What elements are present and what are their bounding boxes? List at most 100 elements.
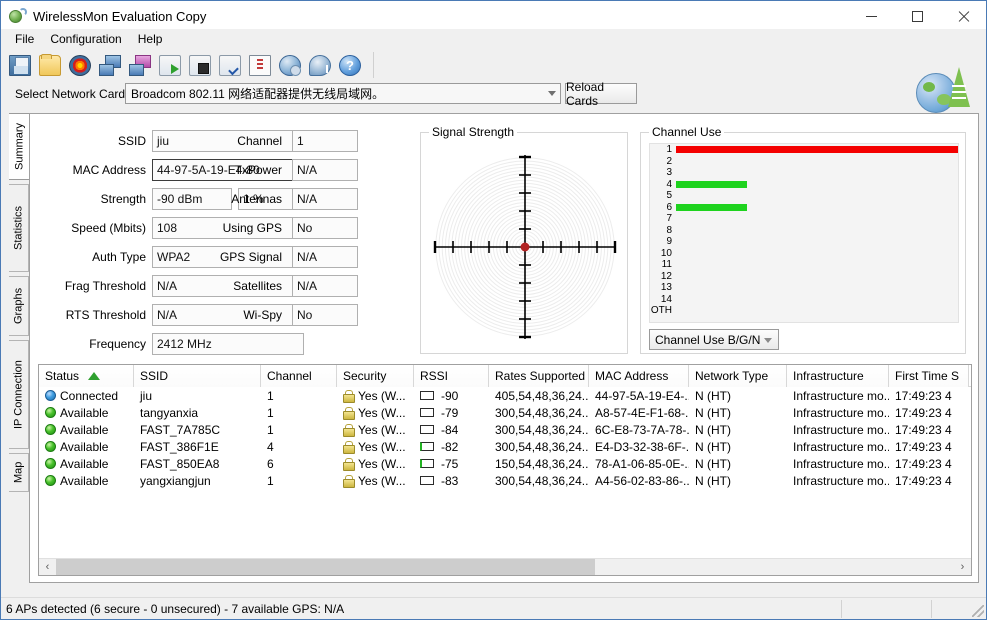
column-header-mac-address[interactable]: MAC Address — [589, 365, 689, 387]
table-row[interactable]: Available FAST_850EA8 6 Yes (W... -75 150,54,… — [39, 455, 971, 472]
channel-label: OTH — [650, 305, 672, 317]
menu-item-configuration[interactable]: Configuration — [42, 30, 129, 48]
radar-scan-button[interactable] — [65, 50, 95, 80]
lock-icon — [343, 424, 355, 437]
signal-strength-title: Signal Strength — [429, 125, 518, 139]
stop-logging-button[interactable] — [185, 50, 215, 80]
field-value-wi-spy[interactable]: No — [292, 304, 358, 326]
cell-network-type: N (HT) — [695, 456, 731, 471]
tab-label: Graphs — [12, 287, 25, 325]
summary-right-fields: Channel 1 TxPower N/A Antennas N/A Using GPS No… — [220, 130, 422, 333]
help-button[interactable] — [335, 50, 365, 80]
channel-label: 13 — [660, 282, 672, 294]
maximize-button[interactable] — [894, 1, 940, 31]
close-button[interactable] — [940, 1, 986, 31]
table-horizontal-scrollbar[interactable]: ‹ › — [39, 558, 971, 575]
table-row[interactable]: Available FAST_7A785C 1 Yes (W... -84 300,54,… — [39, 421, 971, 438]
field-label: Wi-Spy — [243, 308, 282, 322]
scrollbar-track[interactable] — [56, 558, 954, 575]
channel-label: 3 — [666, 167, 672, 179]
info-balloon-button[interactable] — [305, 50, 335, 80]
tab-statistics[interactable]: Statistics — [9, 184, 29, 272]
channel-bar-track — [676, 271, 958, 282]
resize-grip-icon[interactable] — [972, 605, 984, 617]
toolbar — [1, 49, 986, 81]
network-cards-purple-button[interactable] — [125, 50, 155, 80]
help-icon — [339, 54, 361, 76]
save-icon — [9, 54, 31, 76]
minimize-button[interactable] — [848, 1, 894, 31]
status-bar-text: 6 APs detected (6 secure - 0 unsecured) … — [6, 601, 345, 616]
field-row: Using GPS No — [223, 217, 422, 242]
field-value-gps-signal[interactable]: N/A — [292, 246, 358, 268]
field-row: Antennas N/A — [231, 188, 422, 213]
column-header-infrastructure[interactable]: Infrastructure — [787, 365, 889, 387]
column-header-rates-supported[interactable]: Rates Supported — [489, 365, 589, 387]
cell-status: Available — [39, 404, 134, 421]
scrollbar-thumb[interactable] — [56, 558, 595, 575]
table-row[interactable]: Available yangxiangjun 1 Yes (W... -83 300,54… — [39, 472, 971, 489]
table-row[interactable]: Available tangyanxia 1 Yes (W... -79 300,54,4… — [39, 404, 971, 421]
scroll-right-arrow-icon[interactable]: › — [954, 559, 971, 576]
signal-bar-icon — [420, 408, 434, 417]
security-text: Yes (W... — [358, 439, 406, 454]
column-header-ssid[interactable]: SSID — [134, 365, 261, 387]
report-button[interactable] — [245, 50, 275, 80]
field-value-antennas[interactable]: N/A — [292, 188, 358, 210]
cell-infrastructure: Infrastructure mo... — [793, 388, 889, 403]
column-header-label: Status — [45, 369, 80, 383]
field-row: Wi-Spy No — [243, 304, 422, 329]
table-row[interactable]: Available FAST_386F1E 4 Yes (W... -82 300,54,… — [39, 438, 971, 455]
start-logging-button[interactable] — [155, 50, 185, 80]
field-value-frequency[interactable]: 2412 MHz — [152, 333, 304, 355]
field-value-satellites[interactable]: N/A — [292, 275, 358, 297]
lock-icon — [343, 441, 355, 454]
cell-status: Available — [39, 438, 134, 455]
globe-button[interactable] — [275, 50, 305, 80]
field-value-using-gps[interactable]: No — [292, 217, 358, 239]
cell-security: Yes (W... — [337, 438, 414, 455]
channel-use-row: 5 — [650, 190, 958, 202]
cell-first-time: 17:49:23 4 — [895, 439, 952, 454]
network-card-value: Broadcom 802.11 网络适配器提供无线局域网。 — [131, 87, 385, 101]
cell-mac: A8-57-4E-F1-68-... — [595, 405, 689, 420]
cell-first-time: 17:49:23 4 — [895, 456, 952, 471]
save-button[interactable] — [5, 50, 35, 80]
network-card-row: Select Network Card Broadcom 802.11 网络适配… — [1, 67, 986, 113]
open-folder-button[interactable] — [35, 50, 65, 80]
tab-map[interactable]: Map — [9, 453, 29, 492]
cell-rates: 300,54,48,36,24... — [495, 405, 589, 420]
table-row[interactable]: Connected jiu 1 Yes (W... -90 405,54,48,36,24… — [39, 387, 971, 404]
column-header-security[interactable]: Security — [337, 365, 414, 387]
cell-network-type: N (HT) — [695, 405, 731, 420]
column-header-status[interactable]: Status — [39, 365, 134, 387]
field-label: Antennas — [231, 192, 282, 206]
field-label: GPS Signal — [219, 250, 282, 264]
signal-bar-icon — [420, 442, 434, 451]
column-header-network-type[interactable]: Network Type — [689, 365, 787, 387]
network-cards-blue-button[interactable] — [95, 50, 125, 80]
channel-bar-track — [676, 213, 958, 224]
network-card-select[interactable]: Broadcom 802.11 网络适配器提供无线局域网。 — [125, 83, 561, 104]
status-text: Available — [60, 473, 109, 488]
tab-graphs[interactable]: Graphs — [9, 276, 29, 336]
chevron-down-icon — [764, 338, 772, 343]
tab-summary[interactable]: Summary — [9, 113, 31, 180]
reload-cards-button[interactable]: Reload Cards — [565, 80, 637, 108]
tab-label: IP Connection — [12, 360, 25, 429]
column-header-rssi[interactable]: RSSI — [414, 365, 489, 387]
column-header-first-time-s[interactable]: First Time S — [889, 365, 969, 387]
rssi-value: -75 — [441, 456, 459, 471]
verify-log-button[interactable] — [215, 50, 245, 80]
field-value-channel[interactable]: 1 — [292, 130, 358, 152]
column-header-channel[interactable]: Channel — [261, 365, 337, 387]
tab-ip-connection[interactable]: IP Connection — [9, 340, 29, 449]
field-value-txpower[interactable]: N/A — [292, 159, 358, 181]
channel-use-mode-select[interactable]: Channel Use B/G/N — [649, 329, 779, 350]
channel-use-row: 12 — [650, 271, 958, 283]
cell-ssid: FAST_850EA8 — [140, 456, 220, 471]
scroll-left-arrow-icon[interactable]: ‹ — [39, 559, 56, 576]
cell-status: Available — [39, 421, 134, 438]
menu-item-help[interactable]: Help — [130, 30, 171, 48]
menu-item-file[interactable]: File — [7, 30, 42, 48]
